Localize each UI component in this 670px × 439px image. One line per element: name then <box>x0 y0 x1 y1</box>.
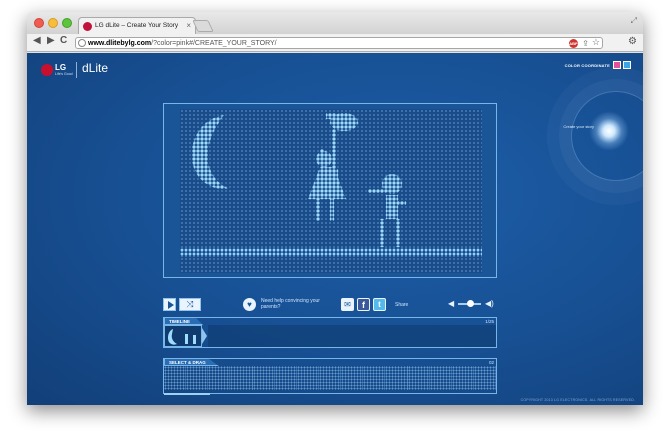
glow-light-icon <box>589 111 629 151</box>
lg-favicon-icon <box>83 22 92 31</box>
back-button[interactable]: ◀ <box>33 35 41 46</box>
scene-thumbnail[interactable] <box>296 366 319 390</box>
timeline-counter: 1/25 <box>485 319 494 324</box>
select-drag-panel: SELECT & DRAG 02 <box>163 358 497 395</box>
scene-thumbnail[interactable] <box>363 366 386 390</box>
reload-button[interactable]: C <box>60 35 67 46</box>
close-window-button[interactable] <box>34 18 44 28</box>
wrench-icon[interactable]: ⚙ <box>628 36 637 47</box>
copyright-text: COPYRIGHT 2013 LG ELECTRONICS. ALL RIGHT… <box>520 398 635 402</box>
scene-thumbnail[interactable] <box>208 366 231 390</box>
parents-help-link[interactable]: Need help convincing your parents? <box>261 298 331 310</box>
adblock-icon[interactable]: ABP <box>569 39 578 48</box>
create-story-label: Create your story <box>563 124 594 129</box>
facebook-share-button[interactable]: f <box>357 298 370 311</box>
browser-window: LG dLite – Create Your Story × ⤢ ◀ ▶ C w… <box>27 12 643 405</box>
controls-row: ⤨ ♥ Need help convincing your parents? ✉… <box>163 298 497 314</box>
pink-color-swatch[interactable] <box>613 61 621 69</box>
timeline-label: TIMELINE <box>164 317 203 325</box>
scene-thumbnail[interactable] <box>252 366 275 390</box>
scene-thumbnail[interactable] <box>274 366 297 390</box>
url-domain: www.dlitebylg.com <box>88 40 152 47</box>
fullscreen-icon[interactable]: ⤢ <box>631 16 637 26</box>
logo-divider <box>76 62 77 78</box>
color-coordinate-label: COLOR COORDINATE <box>564 63 610 68</box>
dlite-logo[interactable]: dLite <box>82 61 108 75</box>
lg-logo-icon <box>41 64 53 76</box>
twitter-share-button[interactable]: t <box>373 298 386 311</box>
heart-icon[interactable]: ♥ <box>243 298 256 311</box>
clip-thumbnail-icon <box>168 329 196 345</box>
maximize-window-button[interactable] <box>62 18 72 28</box>
scene-thumbnail[interactable] <box>164 366 187 390</box>
browser-tab[interactable]: LG dLite – Create Your Story × <box>78 17 196 34</box>
tab-title: LG dLite – Create Your Story <box>95 22 179 29</box>
led-ground <box>180 248 482 257</box>
globe-icon <box>78 39 86 47</box>
select-drag-counter: 02 <box>488 360 494 365</box>
timeline-clip[interactable] <box>164 325 202 347</box>
blue-color-swatch[interactable] <box>623 61 631 69</box>
volume-high-icon[interactable]: ◀) <box>485 299 494 308</box>
scene-thumbnail[interactable] <box>407 366 430 390</box>
title-bar: LG dLite – Create Your Story × ⤢ <box>27 12 643 34</box>
scene-thumbnail[interactable] <box>318 366 342 390</box>
tab-close-icon[interactable]: × <box>186 18 191 34</box>
scene-thumbnail[interactable] <box>230 366 253 390</box>
timeline-panel: TIMELINE 1/25 <box>163 317 497 348</box>
led-screen <box>180 109 482 273</box>
volume-knob[interactable] <box>467 300 475 307</box>
timeline-arrow-icon <box>202 328 207 344</box>
scene-thumbnail[interactable] <box>186 366 209 390</box>
boy-figure-icon <box>368 174 406 247</box>
url-path: /?color=pink#/CREATE_YOUR_STORY/ <box>151 40 277 47</box>
select-drag-label: SELECT & DRAG <box>164 358 219 366</box>
scene-thumbnail[interactable] <box>385 366 408 390</box>
scene-thumbnail[interactable] <box>451 366 474 390</box>
scene-strip <box>164 366 497 390</box>
moon-icon <box>191 115 230 190</box>
scene-thumbnail[interactable] <box>341 366 364 390</box>
browser-toolbar: ◀ ▶ C www.dlitebylg.com/?color=pink#/CRE… <box>27 34 643 52</box>
bookmark-star-icon[interactable]: ☆ <box>592 37 600 48</box>
volume-low-icon[interactable]: ◀ <box>448 299 454 308</box>
scene-scrollbar[interactable] <box>164 393 210 395</box>
girl-figure-icon <box>308 149 346 221</box>
address-bar[interactable]: www.dlitebylg.com/?color=pink#/CREATE_YO… <box>75 37 603 49</box>
minimize-window-button[interactable] <box>48 18 58 28</box>
play-button[interactable] <box>163 298 176 311</box>
share-page-icon[interactable]: ⇪ <box>582 38 589 49</box>
dlite-page: LG Life's Good dLite COLOR COORDINATE Cr… <box>27 53 643 405</box>
scene-thumbnail[interactable] <box>473 366 497 390</box>
lg-tagline: Life's Good <box>55 72 73 76</box>
shuffle-button[interactable]: ⤨ <box>179 298 201 311</box>
share-label: Share <box>395 302 409 308</box>
forward-button[interactable]: ▶ <box>47 35 55 46</box>
lg-brand: LG <box>55 63 67 72</box>
timeline-track[interactable] <box>208 325 496 347</box>
email-share-button[interactable]: ✉ <box>341 298 354 311</box>
scene-thumbnail[interactable] <box>429 366 452 390</box>
story-stage <box>163 103 497 278</box>
